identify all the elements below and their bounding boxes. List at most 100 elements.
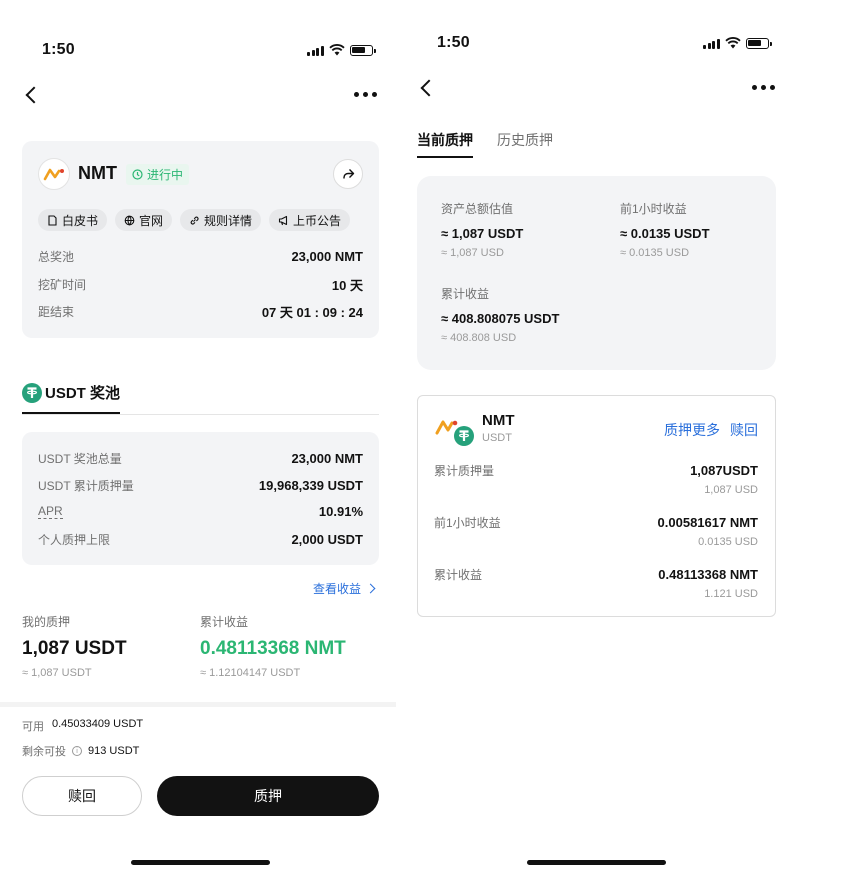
summary-label: 资产总额估值 (441, 202, 514, 216)
more-icon[interactable] (354, 92, 377, 97)
info-row: 总奖池 23,000 NMT (38, 248, 363, 265)
tether-icon (454, 426, 474, 446)
battery-icon (745, 37, 772, 49)
summary-value: ≈ 0.0135 USDT (620, 226, 710, 241)
row-label: 个人质押上限 (38, 533, 111, 547)
home-indicator (527, 860, 666, 865)
row-label: 前1小时收益 (434, 516, 501, 530)
row-label: 距结束 (38, 305, 75, 319)
status-time: 1:50 (42, 41, 75, 58)
my-stake: 我的质押 1,087 USDT ≈ 1,087 USDT (22, 613, 127, 679)
summary-label: 累计收益 (441, 287, 490, 301)
cumulative-earnings: 累计收益 0.48113368 NMT ≈ 1.12104147 USDT (200, 613, 346, 679)
remaining-value: 913 USDT (88, 745, 140, 757)
summary-sub: ≈ 408.808 USD (441, 332, 517, 344)
redeem-button[interactable]: 赎回 (22, 776, 142, 816)
pool-row: 个人质押上限 2,000 USDT (38, 531, 363, 548)
chevron-right-icon (365, 583, 376, 594)
row-label: 挖矿时间 (38, 278, 87, 292)
listing-announcement-link[interactable]: 上币公告 (269, 209, 351, 231)
stake-more-link[interactable]: 质押更多 (664, 420, 720, 440)
tether-icon (22, 382, 42, 403)
summary-sub: ≈ 0.0135 USD (620, 247, 690, 259)
pool-row: USDT 累计质押量 19,968,339 USDT (38, 477, 363, 494)
row-label: 总奖池 (38, 250, 75, 264)
wifi-icon (328, 44, 345, 56)
status-text: 进行中 (147, 168, 184, 182)
section-divider (0, 702, 396, 707)
row-label: USDT 累计质押量 (38, 479, 134, 493)
nmt-logo-icon (38, 158, 70, 190)
earnings-sub: ≈ 1.12104147 USDT (200, 667, 301, 679)
earnings-label: 累计收益 (200, 615, 249, 629)
link-label: 官网 (139, 213, 164, 228)
summary-item: 累计收益 ≈ 408.808075 USDT ≈ 408.808 USD (441, 285, 559, 344)
tab-underline (22, 412, 120, 414)
position-row: 累计质押量 1,087USDT 1,087 USD (434, 462, 758, 496)
back-icon[interactable] (25, 86, 43, 104)
signal-icon (703, 38, 720, 49)
share-button[interactable] (333, 159, 363, 189)
summary-sub: ≈ 1,087 USD (441, 247, 504, 259)
summary-item: 资产总额估值 ≈ 1,087 USDT ≈ 1,087 USD (441, 200, 523, 259)
link-label: 上币公告 (293, 213, 342, 228)
pool-row: USDT 奖池总量 23,000 NMT (38, 450, 363, 467)
available-label: 可用 (22, 721, 44, 733)
info-icon[interactable]: i (72, 746, 82, 756)
row-value: 10.91% (318, 504, 363, 519)
available-value: 0.45033409 USDT (52, 718, 144, 730)
redeem-link[interactable]: 赎回 (730, 420, 758, 440)
row-sub: 0.0135 USD (698, 536, 758, 548)
row-label: 累计收益 (434, 568, 483, 582)
link-label: 白皮书 (62, 213, 99, 228)
info-row: 距结束 07 天 01 : 09 : 24 (38, 302, 363, 321)
share-icon (342, 169, 354, 179)
row-value: 1,087USDT (690, 463, 758, 478)
position-sub: USDT (482, 432, 512, 444)
view-earnings-link[interactable]: 查看收益 (313, 580, 376, 597)
project-name: NMT (78, 163, 117, 183)
clock-icon (132, 169, 143, 180)
info-row: 挖矿时间 10 天 (38, 275, 363, 294)
link-label: 查看收益 (313, 582, 362, 596)
row-value: 2,000 USDT (291, 532, 363, 547)
status-icons (307, 44, 376, 56)
rules-link[interactable]: 规则详情 (180, 209, 262, 231)
stake-value: 1,087 USDT (22, 638, 127, 659)
status-icons (703, 37, 772, 49)
position-name: NMT (482, 412, 515, 429)
back-icon[interactable] (420, 79, 438, 97)
summary-item: 前1小时收益 ≈ 0.0135 USDT ≈ 0.0135 USD (620, 200, 710, 259)
tab-current-stake[interactable]: 当前质押 (417, 130, 473, 150)
more-icon[interactable] (752, 85, 775, 90)
apr-label[interactable]: APR (38, 504, 63, 519)
stake-button[interactable]: 质押 (157, 776, 379, 816)
pool-row: APR 10.91% (38, 504, 363, 519)
link-label: 规则详情 (204, 213, 253, 228)
remaining-row: 剩余可投 i 913 USDT (22, 743, 139, 759)
status-badge: 进行中 (126, 164, 190, 185)
project-links: 白皮书 官网 规则详情 上币公告 (38, 209, 351, 231)
summary-card: 资产总额估值 ≈ 1,087 USDT ≈ 1,087 USD 前1小时收益 ≈… (417, 176, 776, 370)
home-indicator (131, 860, 270, 865)
project-card: NMT 进行中 白皮书 官网 规则详情 上币公告 总奖池 23,000 NMT 挖… (22, 141, 379, 338)
stake-sub: ≈ 1,087 USDT (22, 667, 92, 679)
row-value: 23,000 NMT (291, 249, 363, 264)
row-value: 0.48113368 NMT (658, 567, 758, 582)
tab-history-stake[interactable]: 历史质押 (497, 130, 553, 150)
summary-value: ≈ 1,087 USDT (441, 226, 524, 241)
globe-icon (124, 215, 135, 226)
stake-label: 我的质押 (22, 615, 71, 629)
row-value: 07 天 01 : 09 : 24 (261, 305, 363, 320)
status-time: 1:50 (437, 34, 470, 51)
website-link[interactable]: 官网 (115, 209, 173, 231)
megaphone-icon (278, 215, 288, 225)
wifi-icon (724, 37, 741, 49)
position-card: NMT USDT 质押更多 赎回 累计质押量 1,087USDT 1,087 US… (417, 395, 776, 617)
row-value: 0.00581617 NMT (657, 515, 758, 530)
tab-usdt-pool[interactable]: USDT 奖池 (22, 382, 120, 403)
tab-label: USDT 奖池 (45, 385, 121, 402)
row-sub: 1.121 USD (704, 588, 758, 600)
whitepaper-link[interactable]: 白皮书 (38, 209, 108, 231)
pair-logo (434, 416, 474, 446)
